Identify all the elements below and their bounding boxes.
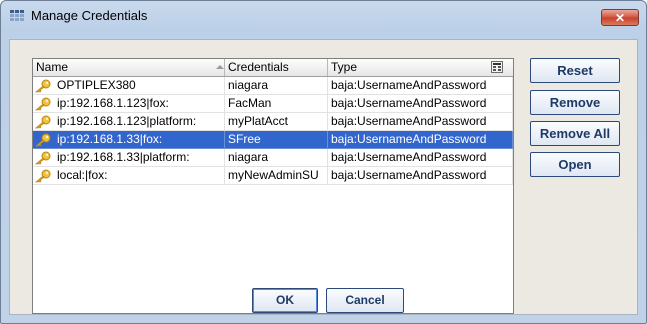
table-row[interactable]: ip:192.168.1.123|fox: FacMan baja:Username… bbox=[33, 95, 513, 113]
credentials-table[interactable]: Name Credentials Type OPTIPLEX380 niagar… bbox=[32, 58, 514, 314]
ok-button[interactable]: OK bbox=[252, 288, 318, 313]
key-icon bbox=[34, 151, 51, 165]
type-cell: baja:UsernameAndPassword bbox=[328, 131, 513, 149]
open-button[interactable]: Open bbox=[530, 152, 620, 177]
credentials-cell: myPlatAcct bbox=[225, 113, 328, 131]
column-chooser-icon[interactable] bbox=[491, 61, 503, 73]
remove-all-button[interactable]: Remove All bbox=[530, 121, 620, 146]
key-icon bbox=[34, 133, 51, 147]
key-icon bbox=[34, 97, 51, 111]
column-header-name[interactable]: Name bbox=[33, 59, 225, 76]
window-title: Manage Credentials bbox=[31, 8, 148, 23]
remove-button[interactable]: Remove bbox=[530, 90, 620, 115]
reset-button[interactable]: Reset bbox=[530, 58, 620, 83]
dialog-body: Name Credentials Type OPTIPLEX380 niagar… bbox=[9, 39, 638, 315]
table-row[interactable]: ip:192.168.1.33|fox: SFree baja:UsernameAn… bbox=[33, 131, 513, 149]
credentials-cell: myNewAdminSU bbox=[225, 167, 328, 185]
name-cell: ip:192.168.1.123|platform: bbox=[33, 113, 225, 131]
name-cell: local:|fox: bbox=[33, 167, 225, 185]
type-cell: baja:UsernameAndPassword bbox=[328, 95, 513, 113]
table-header: Name Credentials Type bbox=[33, 59, 513, 77]
name-cell: ip:192.168.1.33|fox: bbox=[33, 131, 225, 149]
title-bar[interactable]: Manage Credentials ✕ bbox=[1, 1, 646, 31]
column-header-credentials[interactable]: Credentials bbox=[225, 59, 328, 76]
credentials-cell: niagara bbox=[225, 149, 328, 167]
type-cell: baja:UsernameAndPassword bbox=[328, 113, 513, 131]
table-row[interactable]: local:|fox: myNewAdminSU baja:UsernameAndP… bbox=[33, 167, 513, 185]
key-icon bbox=[34, 79, 51, 93]
key-icon bbox=[34, 115, 51, 129]
credentials-cell: niagara bbox=[225, 77, 328, 95]
column-header-type[interactable]: Type bbox=[328, 59, 513, 76]
cancel-button[interactable]: Cancel bbox=[326, 288, 404, 313]
key-icon bbox=[34, 169, 51, 183]
credentials-cell: FacMan bbox=[225, 95, 328, 113]
type-cell: baja:UsernameAndPassword bbox=[328, 167, 513, 185]
sort-ascending-icon bbox=[216, 65, 224, 69]
name-cell: ip:192.168.1.33|platform: bbox=[33, 149, 225, 167]
close-button[interactable]: ✕ bbox=[601, 9, 639, 26]
close-icon: ✕ bbox=[614, 11, 626, 25]
table-row[interactable]: ip:192.168.1.123|platform: myPlatAcct baja… bbox=[33, 113, 513, 131]
name-cell: OPTIPLEX380 bbox=[33, 77, 225, 95]
credentials-cell: SFree bbox=[225, 131, 328, 149]
type-cell: baja:UsernameAndPassword bbox=[328, 77, 513, 95]
name-cell: ip:192.168.1.123|fox: bbox=[33, 95, 225, 113]
credentials-grid-icon bbox=[10, 10, 24, 21]
type-cell: baja:UsernameAndPassword bbox=[328, 149, 513, 167]
table-row[interactable]: OPTIPLEX380 niagara baja:UsernameAndPasswo… bbox=[33, 77, 513, 95]
table-row[interactable]: ip:192.168.1.33|platform: niagara baja:Use… bbox=[33, 149, 513, 167]
manage-credentials-window: Manage Credentials ✕ Name Credentials Ty… bbox=[0, 0, 647, 324]
